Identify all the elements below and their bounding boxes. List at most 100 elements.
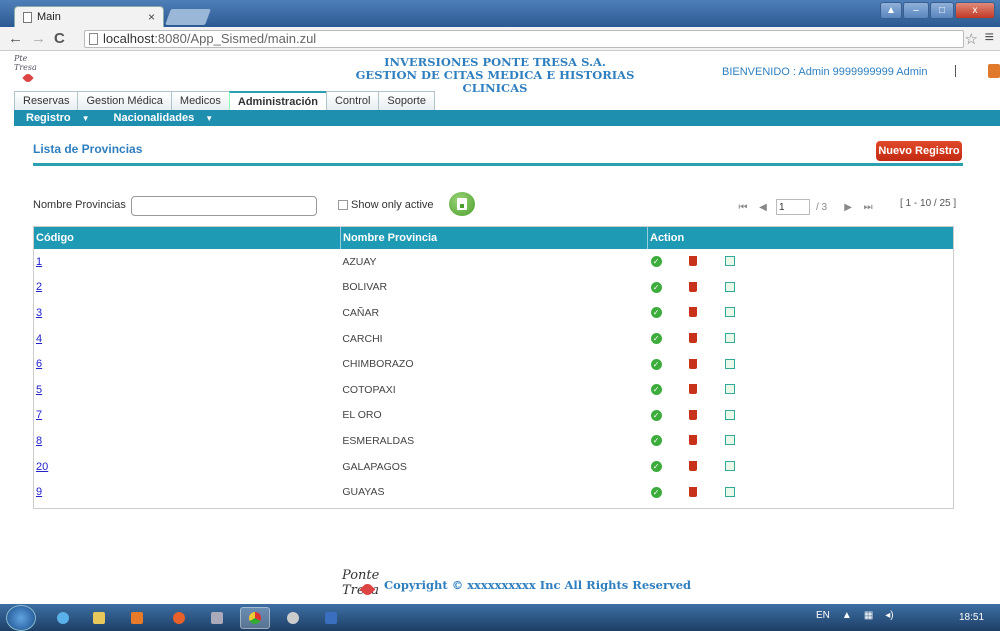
explorer-icon[interactable]: [84, 607, 114, 629]
last-page-icon[interactable]: ⏭: [861, 202, 875, 213]
activate-icon[interactable]: ✓: [650, 384, 662, 396]
cell-actions: ✓: [647, 358, 953, 370]
word-icon[interactable]: [316, 607, 346, 629]
activate-icon[interactable]: ✓: [650, 486, 662, 498]
delete-icon[interactable]: [688, 307, 697, 318]
codigo-link[interactable]: 6: [36, 358, 42, 370]
table-row: 9 GUAYAS ✓: [34, 479, 953, 505]
table-row: 7 EL ORO ✓: [34, 403, 953, 429]
page-number-input[interactable]: [776, 199, 810, 215]
maximize-icon[interactable]: □: [930, 2, 954, 19]
codigo-link[interactable]: 4: [36, 333, 42, 345]
firefox-icon[interactable]: [164, 607, 194, 629]
activate-icon[interactable]: ✓: [650, 281, 662, 293]
activate-icon[interactable]: ✓: [650, 256, 662, 268]
codigo-link[interactable]: 9: [36, 486, 42, 498]
save-filter-button[interactable]: [449, 192, 475, 216]
minimize-icon[interactable]: –: [903, 2, 929, 19]
menu-nacionalidades-label: Nacionalidades: [113, 112, 195, 124]
tab-soporte[interactable]: Soporte: [378, 91, 435, 110]
codigo-link[interactable]: 1: [36, 256, 42, 268]
menu-registro-label: Registro: [26, 112, 71, 124]
next-page-icon[interactable]: ▶: [841, 202, 855, 213]
browser-menu-icon[interactable]: ≡: [985, 29, 994, 47]
edit-icon[interactable]: [724, 358, 735, 369]
header-divider: [955, 65, 956, 77]
codigo-link[interactable]: 2: [36, 281, 42, 293]
chrome-icon[interactable]: [240, 607, 270, 629]
logout-icon[interactable]: [988, 64, 1000, 78]
new-record-button[interactable]: Nuevo Registro: [876, 141, 962, 161]
previous-page-icon[interactable]: ◀: [756, 202, 770, 213]
delete-icon[interactable]: [688, 384, 697, 395]
clock[interactable]: 18:51: [959, 612, 984, 623]
tab-reservas[interactable]: Reservas: [14, 91, 79, 110]
app-icon[interactable]: [202, 607, 232, 629]
company-title: INVERSIONES PONTE TRESA S.A. GESTION DE …: [330, 56, 660, 95]
network-icon[interactable]: ▦: [864, 610, 873, 621]
codigo-link[interactable]: 8: [36, 435, 42, 447]
menu-registro[interactable]: Registro ▼: [20, 112, 96, 124]
tab-administracion[interactable]: Administración: [228, 91, 327, 110]
ie-icon[interactable]: [48, 607, 78, 629]
edit-icon[interactable]: [724, 307, 735, 318]
back-icon[interactable]: ←: [8, 30, 23, 47]
tab-medicos[interactable]: Medicos: [170, 91, 230, 110]
delete-icon[interactable]: [688, 409, 697, 420]
delete-icon[interactable]: [688, 358, 697, 369]
url-field[interactable]: localhost:8080/App_Sismed/main.zul: [84, 30, 964, 48]
codigo-link[interactable]: 3: [36, 307, 42, 319]
delete-icon[interactable]: [688, 486, 697, 497]
new-tab-button[interactable]: [165, 9, 211, 25]
activate-icon[interactable]: ✓: [650, 409, 662, 421]
first-page-icon[interactable]: ⏮: [736, 202, 750, 213]
tray-expand-icon[interactable]: ▲: [842, 610, 852, 621]
activate-icon[interactable]: ✓: [650, 435, 662, 447]
edit-icon[interactable]: [724, 384, 735, 395]
menu-nacionalidades[interactable]: Nacionalidades ▼: [108, 112, 220, 124]
forward-icon[interactable]: →: [31, 30, 46, 47]
delete-icon[interactable]: [688, 333, 697, 344]
activate-icon[interactable]: ✓: [650, 307, 662, 319]
codigo-link[interactable]: 7: [36, 409, 42, 421]
show-active-checkbox[interactable]: [338, 200, 348, 210]
outlook-icon[interactable]: [122, 607, 152, 629]
codigo-link[interactable]: 5: [36, 384, 42, 396]
volume-icon[interactable]: ◂): [885, 610, 893, 621]
settings-icon[interactable]: [278, 607, 308, 629]
edit-icon[interactable]: [724, 409, 735, 420]
delete-icon[interactable]: [688, 461, 697, 472]
activate-icon[interactable]: ✓: [650, 461, 662, 473]
cell-actions: ✓: [647, 333, 953, 345]
codigo-link[interactable]: 20: [36, 461, 48, 473]
column-header-nombre[interactable]: Nombre Provincia: [341, 227, 648, 249]
welcome-text: BIENVENIDO : Admin 9999999999 Admin: [722, 66, 928, 78]
delete-icon[interactable]: [688, 281, 697, 292]
column-header-codigo[interactable]: Código: [34, 227, 341, 249]
edit-icon[interactable]: [724, 461, 735, 472]
tab-control[interactable]: Control: [325, 91, 380, 110]
reload-icon[interactable]: C: [54, 30, 65, 47]
edit-icon[interactable]: [724, 256, 735, 267]
filter-label: Nombre Provincias: [33, 199, 126, 211]
user-icon[interactable]: ▲: [880, 2, 902, 19]
total-pages: / 3: [816, 201, 828, 213]
language-indicator[interactable]: EN: [816, 610, 830, 621]
tab-close-icon[interactable]: ×: [148, 10, 155, 24]
bookmark-star-icon[interactable]: ☆: [965, 30, 978, 48]
delete-icon[interactable]: [688, 435, 697, 446]
close-window-icon[interactable]: x: [955, 2, 995, 19]
edit-icon[interactable]: [724, 281, 735, 292]
tab-gestion-medica[interactable]: Gestion Médica: [77, 91, 172, 110]
edit-icon[interactable]: [724, 486, 735, 497]
activate-icon[interactable]: ✓: [650, 333, 662, 345]
edit-icon[interactable]: [724, 435, 735, 446]
province-name-filter-input[interactable]: [131, 196, 317, 216]
cell-nombre: CAÑAR: [342, 306, 380, 319]
delete-icon[interactable]: [688, 256, 697, 267]
activate-icon[interactable]: ✓: [650, 358, 662, 370]
logo-mark: [22, 72, 34, 84]
start-button[interactable]: [6, 605, 36, 631]
edit-icon[interactable]: [724, 333, 735, 344]
browser-tab[interactable]: Main ×: [14, 6, 164, 27]
